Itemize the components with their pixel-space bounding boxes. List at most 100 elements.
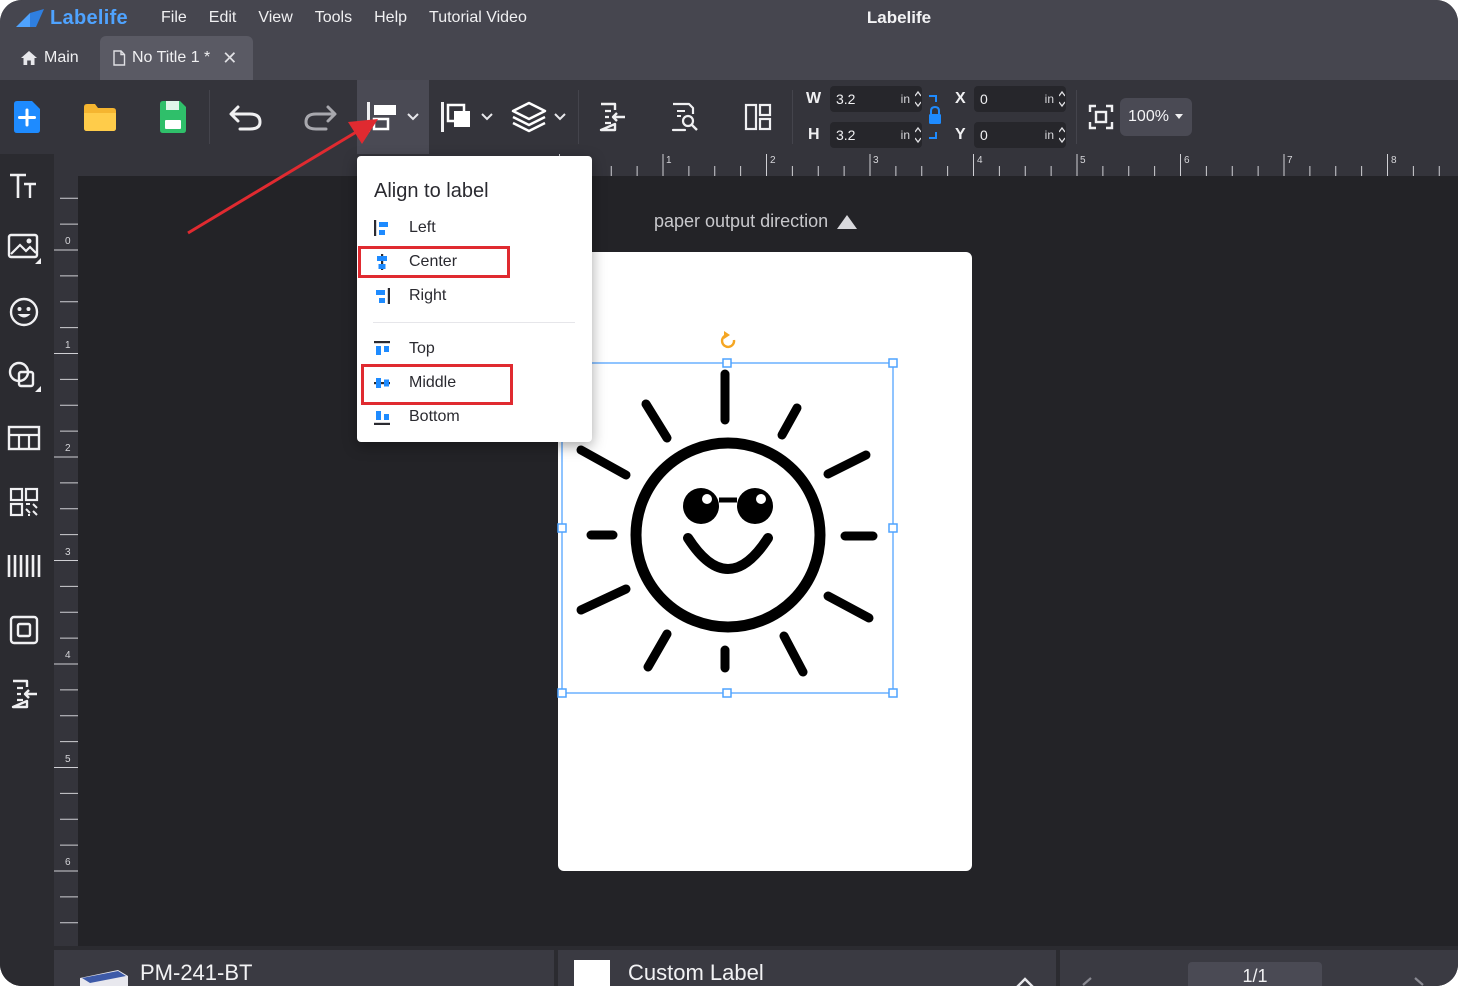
chevron-down-icon (407, 113, 419, 121)
align-right-icon (376, 288, 390, 304)
qr-code-icon (9, 487, 39, 517)
shapes-icon (8, 361, 41, 392)
shape-tool-button[interactable] (6, 358, 42, 394)
x-label: X (955, 90, 966, 107)
height-field[interactable]: 3.2 in (830, 122, 922, 148)
table-icon (7, 425, 41, 451)
page-indicator: 1/1 (1188, 962, 1322, 986)
ruler-top-number: 6 (1184, 155, 1190, 166)
import-icon (11, 679, 37, 709)
spinner-icon[interactable] (915, 89, 921, 109)
folder-icon (84, 104, 116, 131)
align-right-option[interactable]: Right (373, 282, 573, 310)
align-left-option[interactable]: Left (373, 214, 573, 242)
ruler-top-number: 4 (977, 155, 983, 166)
ruler-corner (54, 154, 78, 176)
barcode-icon (7, 555, 41, 577)
arrange-dropdown-button[interactable] (436, 80, 498, 154)
chevron-right-icon[interactable] (1412, 976, 1426, 986)
smiley-icon (9, 297, 39, 327)
triangle-up-icon (837, 214, 858, 229)
menu-divider (373, 322, 575, 323)
tool-sidebar (0, 154, 54, 986)
layers-dropdown-button[interactable] (508, 80, 570, 154)
align-left-label: Left (409, 219, 436, 236)
frame-tool-button[interactable] (6, 612, 42, 648)
align-bottom-icon (374, 411, 390, 425)
toolbar-separator (1076, 90, 1077, 144)
ruler-left-number: 4 (65, 650, 71, 661)
spinner-icon[interactable] (1059, 89, 1065, 109)
fit-to-window-button[interactable] (1084, 80, 1118, 154)
printer-panel[interactable]: PM-241-BT (54, 950, 554, 986)
toolbar-separator (578, 90, 579, 144)
panel-layout-icon (744, 103, 772, 131)
ruler-top-number: 7 (1287, 155, 1293, 166)
title-bar: Labelife File Edit View Tools Help Tutor… (0, 0, 1458, 36)
spinner-icon[interactable] (1059, 125, 1065, 145)
ruler-left-number: 3 (65, 547, 71, 558)
preview-icon (671, 102, 698, 132)
spinner-icon[interactable] (915, 125, 921, 145)
align-bottom-option[interactable]: Bottom (373, 403, 573, 431)
width-field[interactable]: 3.2 in (830, 86, 922, 112)
ruler-left-number: 6 (65, 857, 71, 868)
chevron-down-icon (554, 113, 566, 121)
close-tab-icon[interactable]: ✕ (222, 48, 237, 69)
y-value: 0 (980, 127, 988, 143)
ruler-top-number: 2 (770, 155, 776, 166)
label-thumbnail (574, 960, 610, 986)
x-value: 0 (980, 91, 988, 107)
width-value: 3.2 (836, 91, 856, 107)
zoom-value: 100% (1128, 108, 1169, 125)
window-title: Labelife (866, 8, 932, 27)
y-label: Y (955, 126, 966, 143)
center-highlight-box (358, 246, 510, 278)
caret-down-icon (1174, 114, 1183, 119)
qr-code-tool-button[interactable] (6, 484, 42, 520)
arrange-icon (441, 102, 470, 132)
printer-icon (80, 970, 128, 986)
zoom-select[interactable]: 100% (1120, 98, 1192, 136)
ruler-top-number: 8 (1391, 155, 1397, 166)
chevron-left-icon[interactable] (1080, 976, 1094, 986)
home-icon (21, 51, 37, 65)
ruler-left-number: 0 (65, 236, 71, 247)
y-field[interactable]: 0 in (974, 122, 1066, 148)
table-tool-button[interactable] (6, 420, 42, 456)
align-bottom-label: Bottom (409, 408, 460, 425)
annotation-arrow-icon (187, 119, 378, 235)
align-top-option[interactable]: Top (373, 335, 573, 363)
document-icon (113, 50, 126, 66)
panel-layout-button[interactable] (738, 80, 778, 154)
new-button[interactable] (8, 80, 46, 154)
align-right-label: Right (409, 287, 447, 304)
image-tool-button[interactable] (6, 230, 42, 266)
ruler-top-number: 3 (873, 155, 879, 166)
width-label: W (806, 90, 822, 107)
app-window: Labelife File Edit View Tools Help Tutor… (0, 0, 1458, 986)
print-preview-button[interactable] (664, 80, 704, 154)
ruler-left-number: 5 (65, 754, 71, 765)
paper-direction-label: paper output direction (654, 211, 829, 231)
open-button[interactable] (80, 80, 120, 154)
text-tool-button[interactable] (6, 168, 42, 204)
barcode-tool-button[interactable] (6, 548, 42, 584)
emoji-tool-button[interactable] (6, 294, 42, 330)
import-button[interactable] (592, 80, 632, 154)
layers-icon (511, 101, 547, 133)
label-type-panel[interactable]: Custom Label (558, 950, 1056, 986)
tab-document-label: No Title 1 * (132, 49, 211, 66)
lock-ratio-toggle[interactable] (926, 94, 944, 140)
ruler-left-number: 1 (65, 340, 71, 351)
x-field[interactable]: 0 in (974, 86, 1066, 112)
tab-main[interactable]: Main (20, 36, 79, 80)
x-unit: in (1044, 92, 1054, 106)
middle-highlight-box (361, 364, 513, 405)
height-unit: in (900, 128, 910, 142)
insert-tool-button[interactable] (6, 676, 42, 712)
paper-direction-hint: paper output direction (654, 211, 858, 232)
sun-sticker-graphic[interactable] (555, 330, 900, 700)
text-icon (10, 173, 36, 198)
tab-document[interactable]: No Title 1 * ✕ (100, 36, 253, 80)
